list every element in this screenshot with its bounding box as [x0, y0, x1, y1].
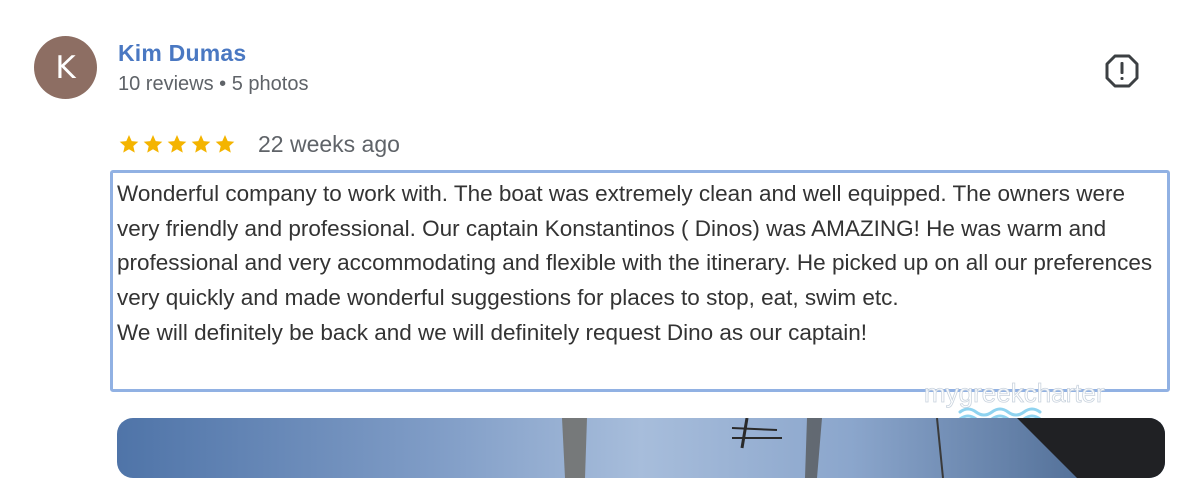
star-icon [143, 135, 163, 153]
avatar-initial: K [55, 49, 76, 86]
report-icon[interactable] [1104, 53, 1140, 89]
review-date: 22 weeks ago [258, 130, 400, 157]
rating-row: 22 weeks ago [118, 128, 400, 160]
star-icon [167, 135, 187, 153]
reviewer-meta: 10 reviews • 5 photos [118, 73, 309, 95]
star-icon [215, 135, 235, 153]
star-icon [119, 135, 139, 153]
watermark-logo: mygreekcharter [924, 378, 1105, 422]
avatar[interactable]: K [34, 36, 97, 99]
boat-mast-image [562, 418, 1165, 478]
star-icon [191, 135, 211, 153]
reviewer-name[interactable]: Kim Dumas [118, 40, 246, 67]
watermark-text: mygreekcharter [924, 378, 1105, 408]
review-photo[interactable] [117, 418, 1165, 478]
review-text[interactable]: Wonderful company to work with. The boat… [117, 177, 1169, 351]
star-rating [118, 133, 236, 155]
